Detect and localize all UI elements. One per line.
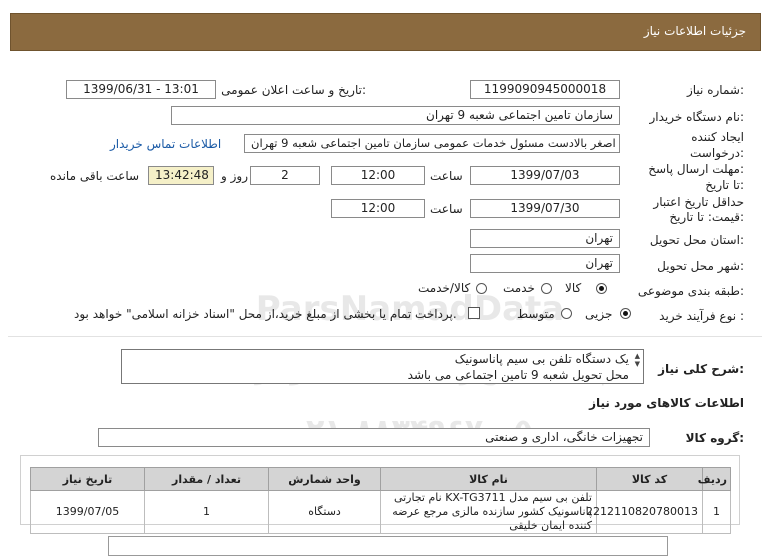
cell-date: 1399/07/05 <box>30 490 145 534</box>
cell-unit: دستگاه <box>268 490 381 534</box>
validity-date-field: 1399/07/30 <box>470 199 620 218</box>
goods-section-title: اطلاعات کالاهای مورد نیاز <box>589 396 744 410</box>
announce-label: تاریخ و ساعت اعلان عمومی: <box>221 83 366 97</box>
category-goods-radio[interactable] <box>596 283 607 294</box>
col-header-date: تاریخ نیاز <box>30 467 145 491</box>
validity-time-field: 12:00 <box>331 199 425 218</box>
description-label: شرح کلی نیاز: <box>658 362 744 376</box>
table-header-row: ردیف کد کالا نام کالا واحد شمارش تعداد /… <box>30 467 731 491</box>
province-field: تهران <box>470 229 620 248</box>
validity-label-line1: حداقل تاریخ اعتبار <box>653 195 744 209</box>
creator-label-line1: ایجاد کننده <box>691 130 744 144</box>
treasury-payment-checkbox[interactable] <box>468 307 480 319</box>
cell-qty: 1 <box>144 490 269 534</box>
col-header-name: نام کالا <box>380 467 597 491</box>
page-title: جزئیات اطلاعات نیاز <box>643 24 746 38</box>
purchase-minor-radio[interactable] <box>620 308 631 319</box>
description-line-1: یک دستگاه تلفن بی سیم پاناسونیک <box>454 352 629 366</box>
page-header: جزئیات اطلاعات نیاز <box>10 13 761 51</box>
cell-row-number: 1 <box>702 490 731 534</box>
buyer-org-label: نام دستگاه خریدار: <box>649 110 745 124</box>
scroll-down-icon[interactable]: ▼ <box>635 361 640 368</box>
col-header-code: کد کالا <box>596 467 703 491</box>
purchase-medium-label: متوسط <box>517 307 555 321</box>
goods-group-label: گروه کالا: <box>685 431 744 445</box>
remaining-time-field: 13:42:48 <box>148 166 214 185</box>
days-remaining-field: 2 <box>250 166 320 185</box>
col-header-unit: واحد شمارش <box>268 467 381 491</box>
category-label: طبقه بندی موضوعی: <box>637 284 744 298</box>
description-textarea[interactable]: یک دستگاه تلفن بی سیم پاناسونیک محل تحوی… <box>121 349 644 384</box>
table-row: 1 2212110820780013 تلفن بی سیم مدل KX-TG… <box>30 490 731 534</box>
reply-time-field: 12:00 <box>331 166 425 185</box>
col-header-qty: تعداد / مقدار <box>144 467 269 491</box>
reply-time-label: ساعت <box>430 169 463 183</box>
purchase-type-label: نوع فرآیند خرید : <box>659 309 744 323</box>
creator-field: اصغر بالادست مسئول خدمات عمومی سازمان تا… <box>244 134 620 153</box>
city-label: شهر محل تحویل: <box>657 259 744 273</box>
bottom-panel <box>108 536 668 556</box>
need-number-label: شماره نیاز: <box>686 83 744 97</box>
buyer-contact-link[interactable]: اطلاعات تماس خریدار <box>110 137 221 151</box>
category-goods-label: کالا <box>565 281 582 295</box>
validity-time-label: ساعت <box>430 202 463 216</box>
goods-table: ردیف کد کالا نام کالا واحد شمارش تعداد /… <box>30 467 731 534</box>
purchase-minor-label: جزیی <box>585 307 613 321</box>
scroll-up-icon[interactable]: ▲ <box>635 353 640 360</box>
category-goods-service-label: کالا/خدمت <box>418 281 471 295</box>
remaining-time-label: ساعت باقی مانده <box>50 169 140 183</box>
reply-deadline-label-line1: مهلت ارسال پاسخ: <box>648 162 744 176</box>
announce-date-field: 1399/06/31 - 13:01 <box>66 80 216 99</box>
purchase-medium-radio[interactable] <box>561 308 572 319</box>
divider <box>8 336 762 337</box>
buyer-org-field: سازمان تامین اجتماعی شعبه 9 تهران <box>171 106 620 125</box>
creator-label-line2: درخواست: <box>690 146 744 160</box>
province-label: استان محل تحویل: <box>649 233 744 247</box>
days-label: روز و <box>221 169 248 183</box>
cell-name: تلفن بی سیم مدل KX-TG3711 نام تجارتی پان… <box>380 490 597 534</box>
city-field: تهران <box>470 254 620 273</box>
category-goods-service-radio[interactable] <box>476 283 487 294</box>
goods-group-field: تجهیزات خانگی، اداری و صنعتی <box>98 428 650 447</box>
category-service-radio[interactable] <box>541 283 552 294</box>
col-header-row-number: ردیف <box>698 467 731 491</box>
category-service-label: خدمت <box>503 281 535 295</box>
description-line-2: محل تحویل شعبه 9 تامین اجتماعی می باشد <box>407 368 629 382</box>
treasury-payment-note: پرداخت تمام یا بخشی از مبلغ خرید،از محل … <box>74 307 457 321</box>
need-number-field: 1199090945000018 <box>470 80 620 99</box>
reply-deadline-label-line2: تا تاریخ: <box>705 178 744 192</box>
reply-date-field: 1399/07/03 <box>470 166 620 185</box>
validity-label-line2: قیمت: تا تاریخ: <box>669 210 744 224</box>
cell-code: 2212110820780013 <box>586 490 703 534</box>
